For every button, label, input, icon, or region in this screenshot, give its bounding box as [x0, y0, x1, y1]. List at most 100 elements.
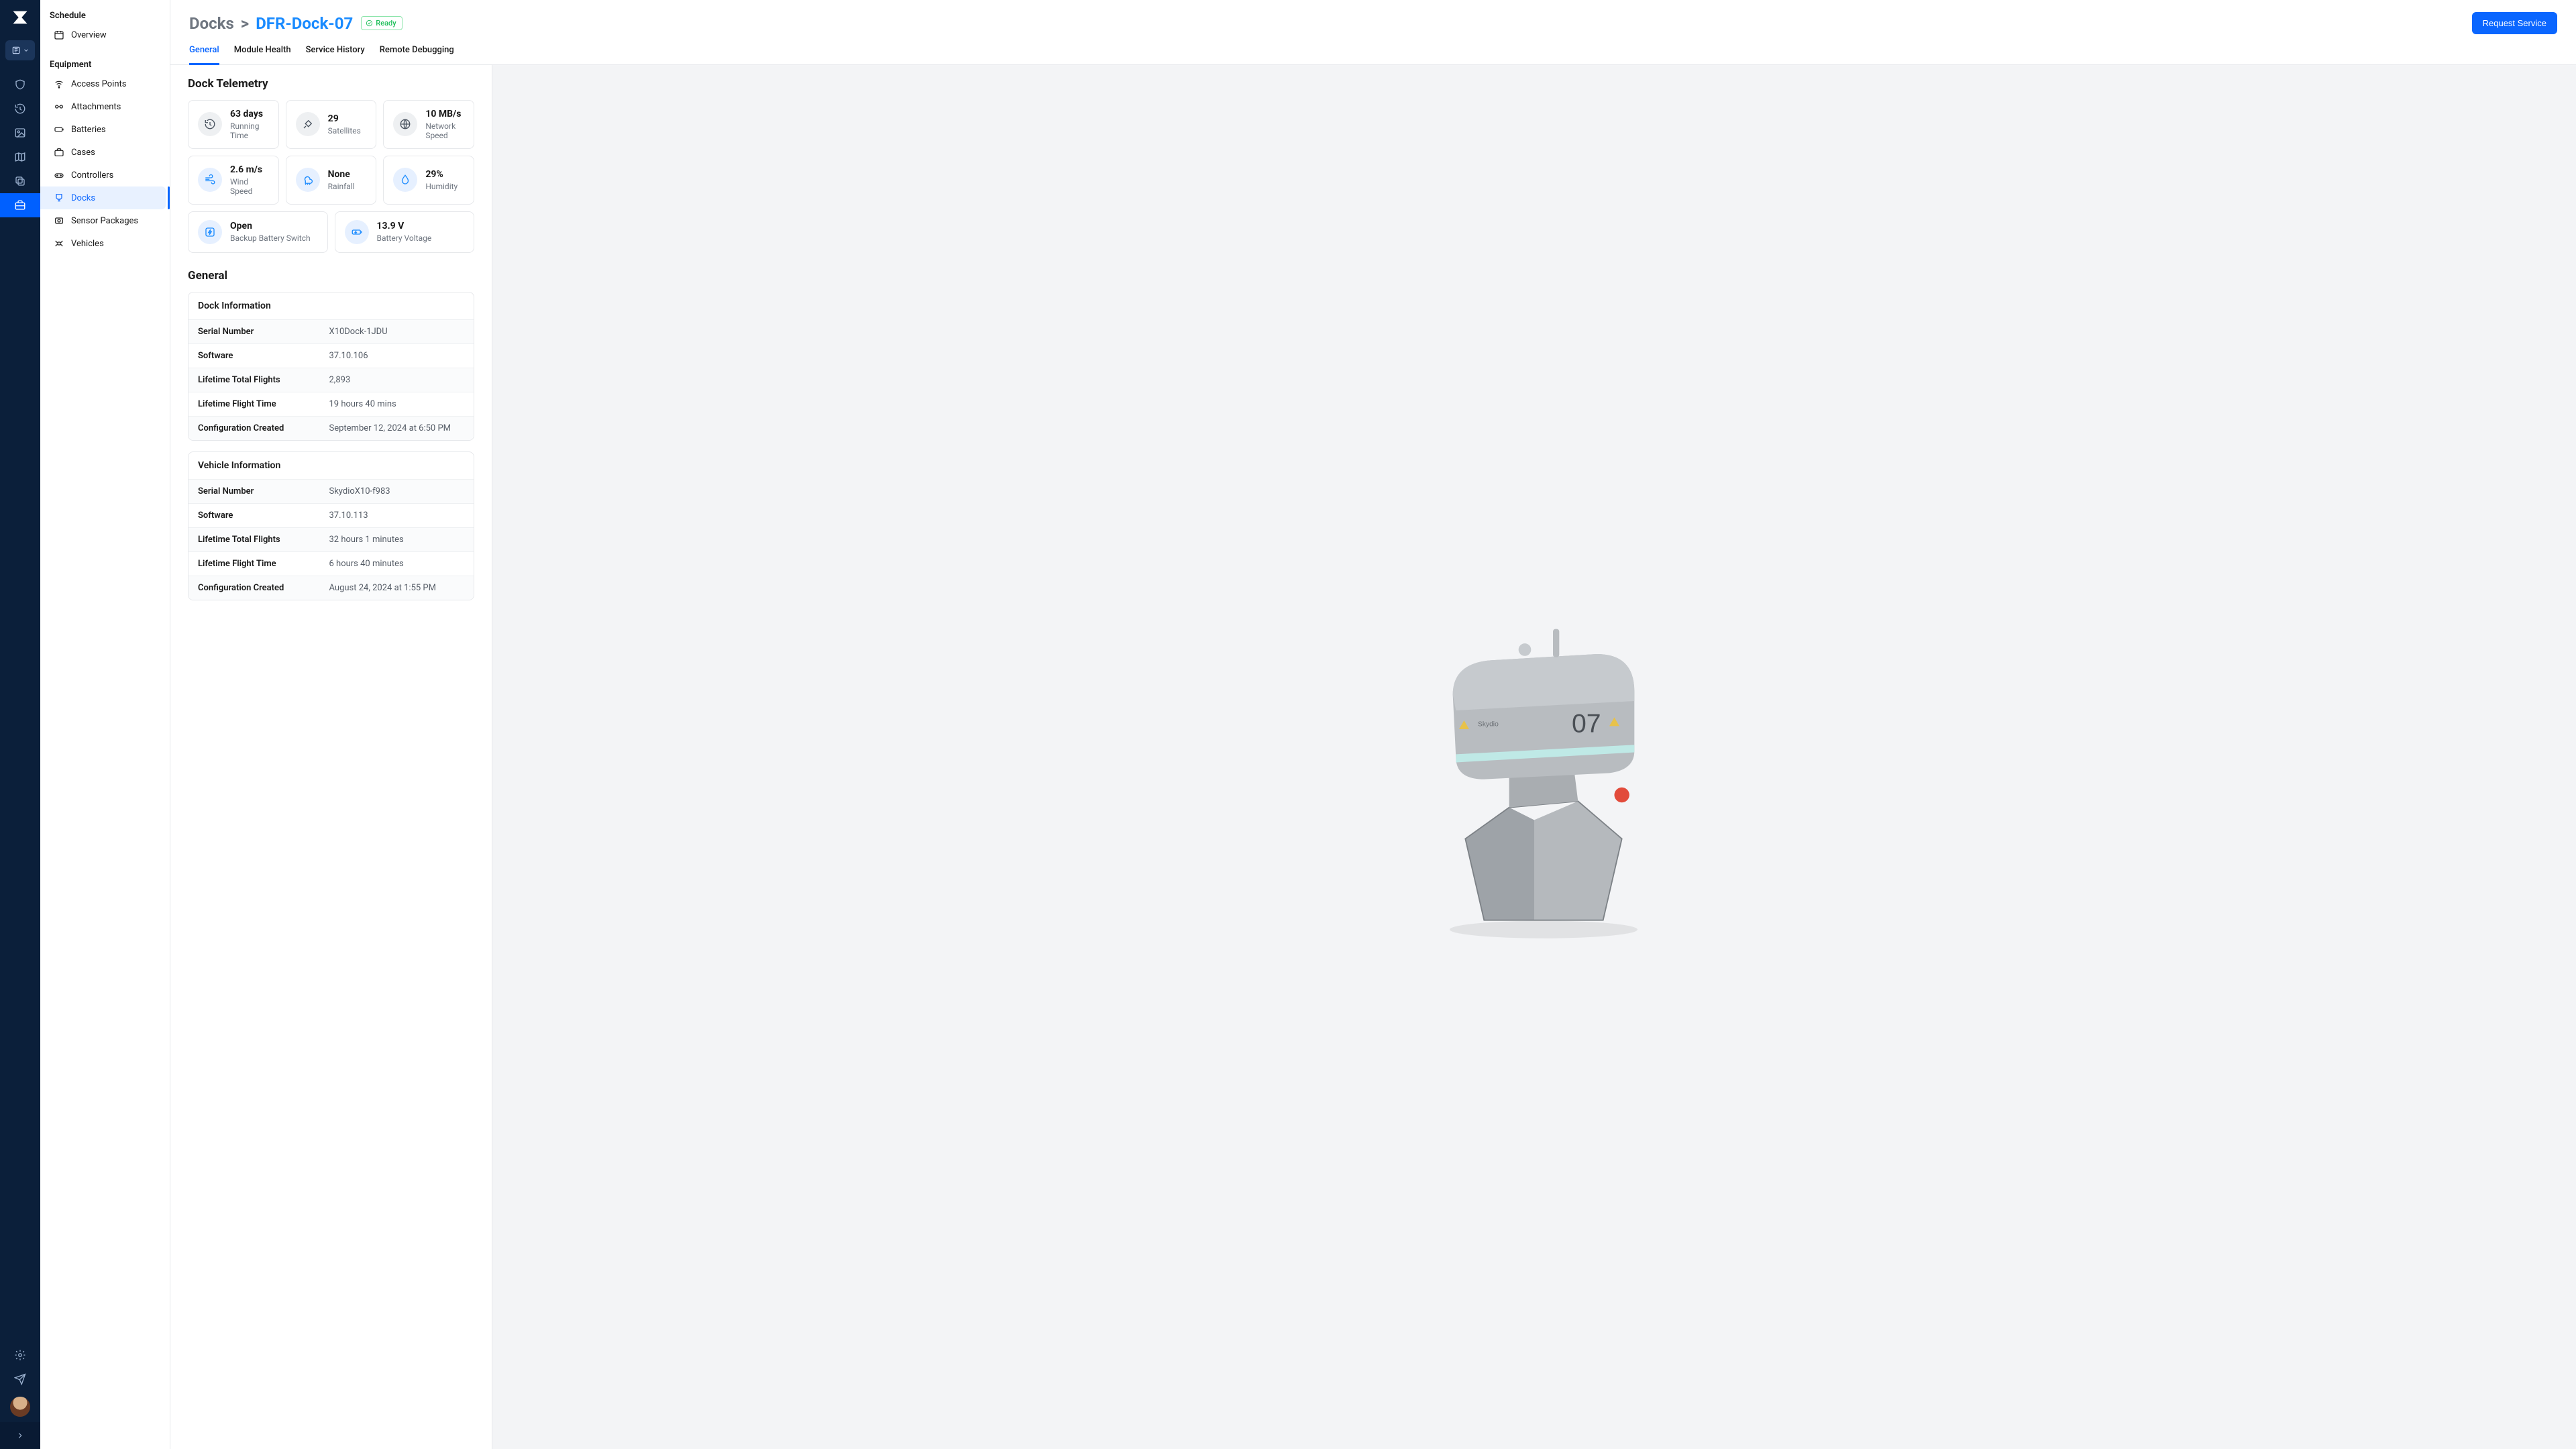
app-logo-icon — [11, 8, 30, 27]
sidebar-item-label: Docks — [71, 193, 95, 203]
dock-information-block: Dock Information Serial NumberX10Dock-1J… — [188, 292, 474, 441]
rail-map[interactable] — [0, 145, 40, 169]
tab-remote-debugging[interactable]: Remote Debugging — [380, 45, 454, 64]
sidebar-item-cases[interactable]: Cases — [40, 141, 166, 164]
tab-general[interactable]: General — [189, 45, 219, 65]
sidebar-item-label: Cases — [71, 148, 95, 158]
info-row: Serial NumberSkydioX10-f983 — [189, 479, 474, 503]
tab-service-history[interactable]: Service History — [306, 45, 365, 64]
shield-icon — [14, 78, 26, 91]
bolt-icon — [198, 220, 222, 244]
info-row: Lifetime Total Flights2,893 — [189, 368, 474, 392]
wifi-icon — [54, 78, 64, 89]
sidebar-item-overview[interactable]: Overview — [40, 23, 166, 46]
details-pane: Dock Telemetry 63 daysRunning Time 29Sat… — [170, 65, 492, 1449]
breadcrumb-current: DFR-Dock-07 — [256, 14, 353, 33]
tab-module-health[interactable]: Module Health — [234, 45, 291, 64]
history-icon — [14, 103, 26, 115]
rail-image[interactable] — [0, 121, 40, 145]
chevron-right-icon — [15, 1431, 25, 1440]
sidebar-item-docks[interactable]: Docks — [40, 186, 166, 209]
calendar-icon — [54, 30, 64, 40]
dock-3d-preview[interactable]: 07 Skydio — [1373, 570, 1695, 945]
rail-shield[interactable] — [0, 72, 40, 97]
image-icon — [14, 127, 26, 139]
sidebar-item-attachments[interactable]: Attachments — [40, 95, 166, 118]
tab-bar: General Module Health Service History Re… — [170, 34, 2576, 65]
sidebar-item-batteries[interactable]: Batteries — [40, 118, 166, 141]
battery-icon — [54, 124, 64, 135]
sidebar-section-equipment: Equipment — [40, 56, 170, 72]
sidebar-item-label: Access Points — [71, 79, 126, 89]
sidebar-item-label: Overview — [71, 30, 107, 40]
info-row: Software37.10.106 — [189, 343, 474, 368]
rail-settings[interactable] — [0, 1343, 40, 1367]
drone-icon — [54, 238, 64, 249]
preview-pane[interactable]: 07 Skydio — [492, 65, 2576, 1449]
briefcase-icon — [14, 199, 26, 211]
breadcrumb-parent[interactable]: Docks — [189, 14, 234, 33]
sidebar-item-controllers[interactable]: Controllers — [40, 164, 166, 186]
card-battery-voltage: 13.9 VBattery Voltage — [335, 211, 475, 253]
card-network-speed: 10 MB/sNetwork Speed — [383, 100, 474, 149]
info-row: Lifetime Flight Time6 hours 40 minutes — [189, 551, 474, 576]
globe-icon — [393, 112, 417, 136]
rail-send[interactable] — [0, 1367, 40, 1391]
dock-brand-label: Skydio — [1478, 720, 1499, 728]
rail-equipment[interactable] — [0, 193, 40, 217]
rail-history[interactable] — [0, 97, 40, 121]
icon-rail — [0, 0, 40, 1449]
rail-layers[interactable] — [0, 169, 40, 193]
rail-expand-toggle[interactable] — [0, 1422, 40, 1449]
battery-voltage-icon — [345, 220, 369, 244]
card-wind-speed: 2.6 m/sWind Speed — [188, 156, 279, 205]
org-switcher[interactable] — [5, 40, 35, 60]
rain-icon — [296, 168, 320, 192]
info-row: Lifetime Flight Time19 hours 40 mins — [189, 392, 474, 416]
sidebar-item-label: Controllers — [71, 170, 113, 180]
layers-icon — [14, 175, 26, 187]
sidebar-item-label: Vehicles — [71, 239, 104, 249]
info-row: Lifetime Total Flights32 hours 1 minutes — [189, 527, 474, 551]
status-badge: Ready — [361, 16, 402, 30]
controller-icon — [54, 170, 64, 180]
request-service-button[interactable]: Request Service — [2472, 12, 2557, 34]
general-title: General — [188, 269, 474, 282]
sidebar-item-access-points[interactable]: Access Points — [40, 72, 166, 95]
card-humidity: 29%Humidity — [383, 156, 474, 205]
info-row: Configuration CreatedSeptember 12, 2024 … — [189, 416, 474, 440]
case-icon — [54, 147, 64, 158]
satellite-icon — [296, 112, 320, 136]
card-running-time: 63 daysRunning Time — [188, 100, 279, 149]
sidebar-item-label: Batteries — [71, 125, 106, 135]
dock-icon — [54, 193, 64, 203]
sidebar-item-sensor-packages[interactable]: Sensor Packages — [40, 209, 166, 232]
vehicle-information-block: Vehicle Information Serial NumberSkydioX… — [188, 451, 474, 600]
info-row: Software37.10.113 — [189, 503, 474, 527]
humidity-icon — [393, 168, 417, 192]
main-content: Docks > DFR-Dock-07 Ready Request Servic… — [170, 0, 2576, 1449]
info-row: Serial NumberX10Dock-1JDU — [189, 319, 474, 343]
user-avatar[interactable] — [10, 1397, 30, 1417]
vehicle-information-title: Vehicle Information — [189, 452, 474, 479]
card-backup-battery-switch: OpenBackup Battery Switch — [188, 211, 328, 253]
gear-icon — [14, 1349, 26, 1361]
breadcrumb-separator: > — [241, 14, 249, 33]
sidebar-item-label: Sensor Packages — [71, 216, 138, 226]
card-satellites: 29Satellites — [286, 100, 377, 149]
sidebar-section-schedule: Schedule — [40, 7, 170, 23]
dock-number-label: 07 — [1572, 709, 1601, 738]
check-circle-icon — [366, 19, 373, 27]
sidebar: Schedule Overview Equipment Access Point… — [40, 0, 170, 1449]
send-icon — [14, 1373, 26, 1385]
telemetry-cards: 63 daysRunning Time 29Satellites 10 MB/s… — [188, 100, 474, 253]
running-time-icon — [198, 112, 222, 136]
card-rainfall: NoneRainfall — [286, 156, 377, 205]
page-header: Docks > DFR-Dock-07 Ready Request Servic… — [170, 0, 2576, 34]
info-row: Configuration CreatedAugust 24, 2024 at … — [189, 576, 474, 600]
attachment-icon — [54, 101, 64, 112]
status-badge-text: Ready — [376, 19, 396, 28]
chevron-down-icon — [23, 47, 30, 54]
map-icon — [14, 151, 26, 163]
sidebar-item-vehicles[interactable]: Vehicles — [40, 232, 166, 255]
